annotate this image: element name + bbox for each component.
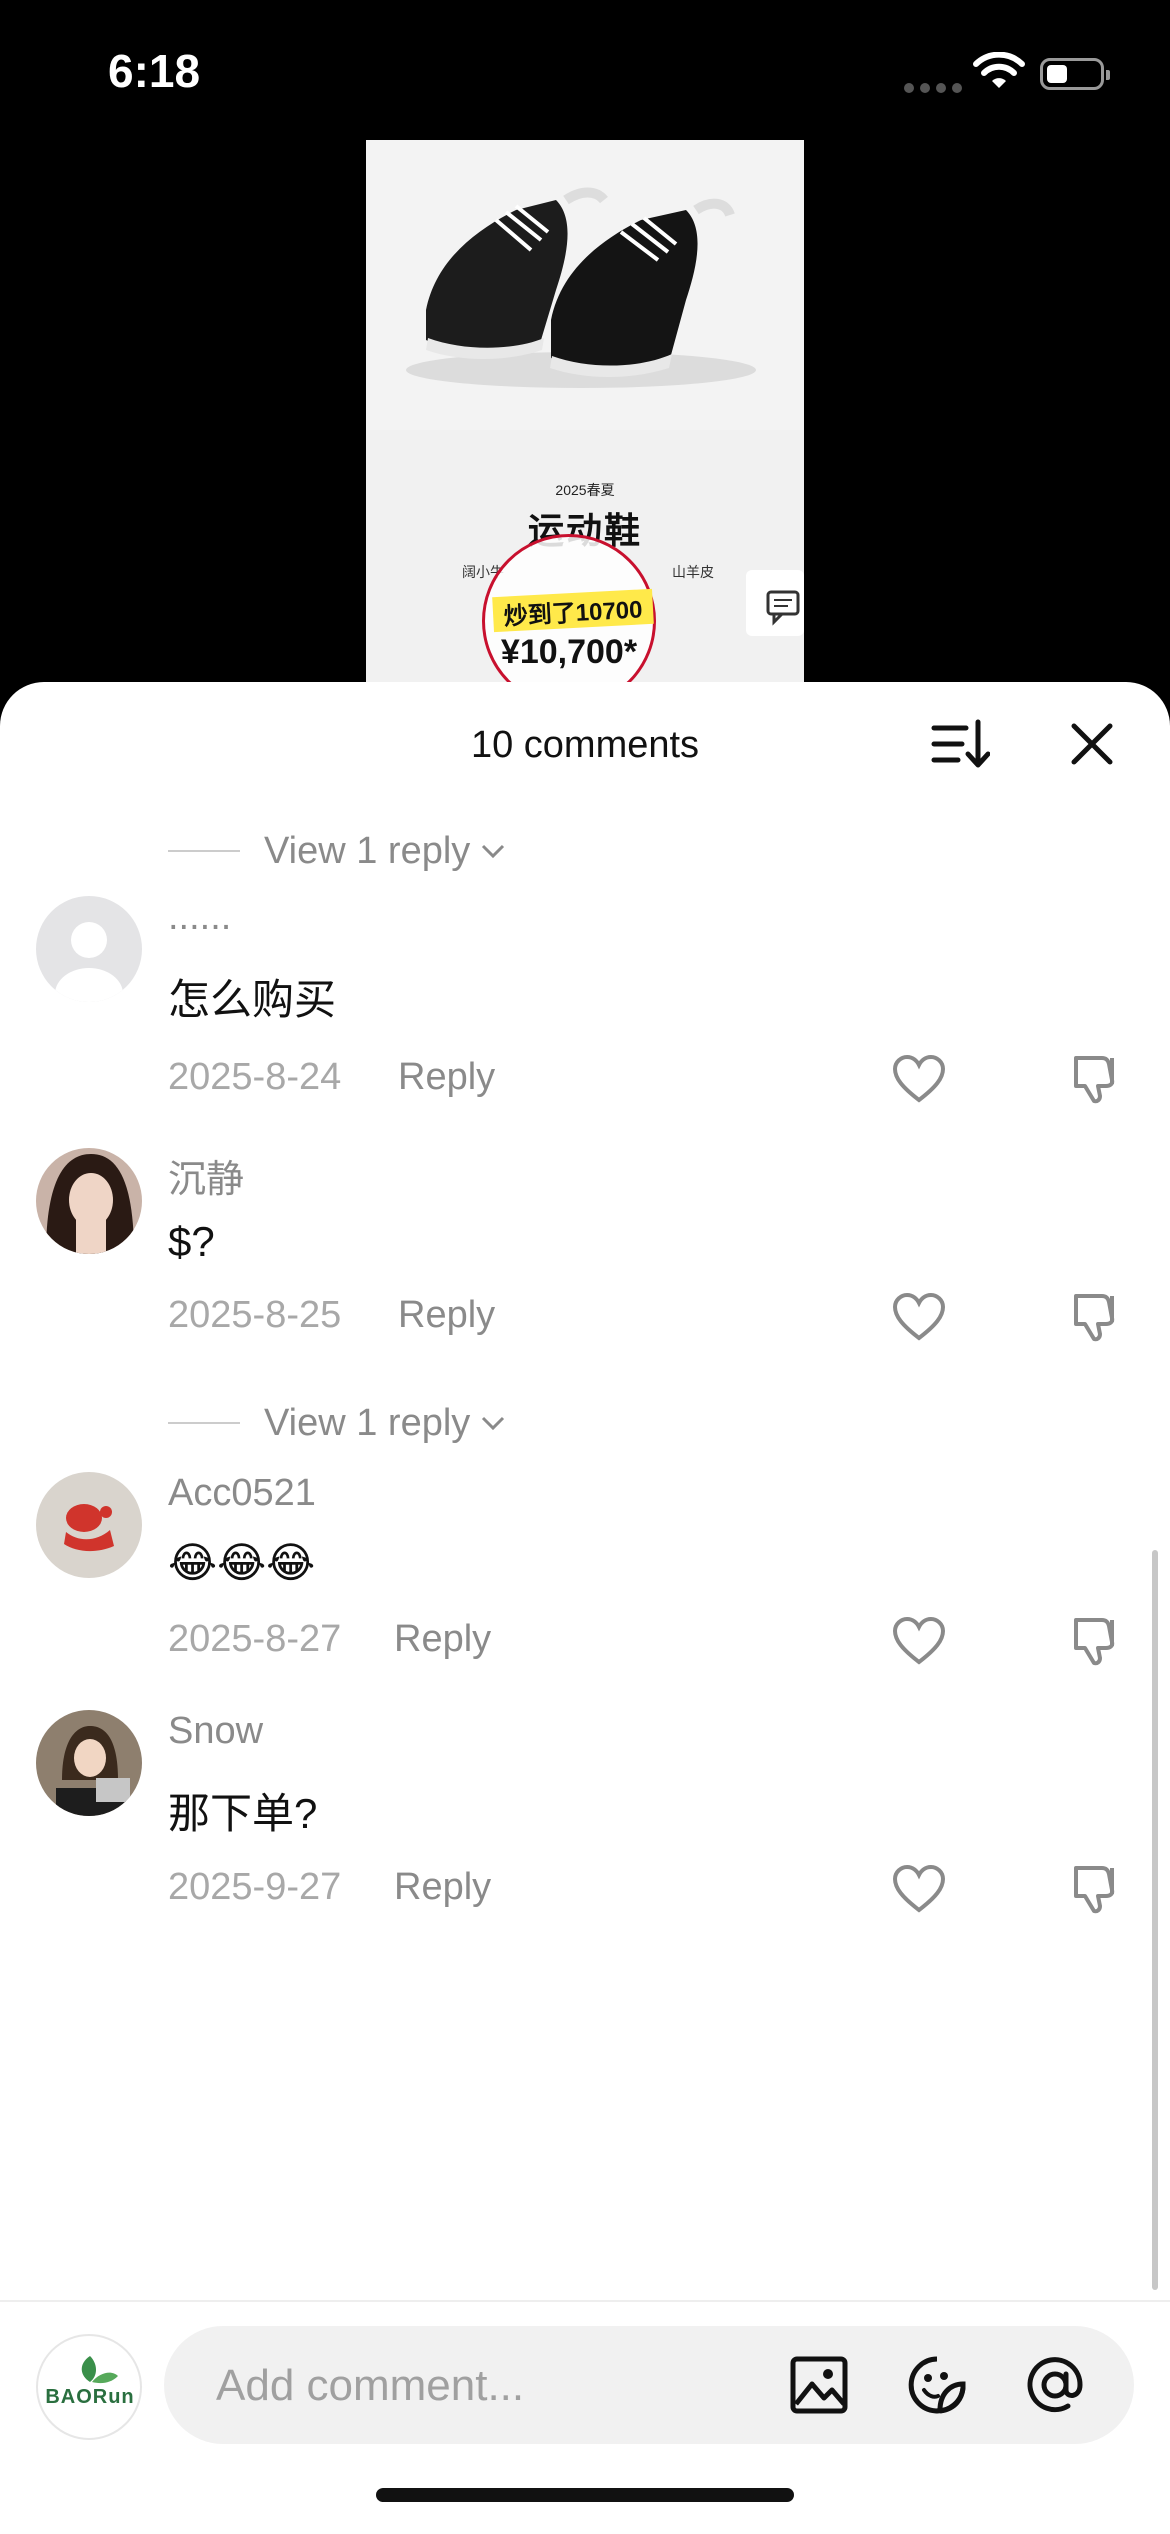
view-replies-label: View 1 reply [264, 829, 471, 872]
heart-icon[interactable] [892, 1292, 946, 1342]
avatar[interactable] [36, 1710, 142, 1816]
heart-icon[interactable] [892, 1054, 946, 1104]
comment-input[interactable] [214, 2346, 778, 2426]
comment-text: 😂😂😂 [168, 1539, 316, 1586]
video-subtitle-right: 山羊皮 [672, 564, 714, 580]
image-icon[interactable] [788, 2354, 850, 2416]
reply-button[interactable]: Reply [398, 1056, 495, 1099]
comment-text: $? [168, 1218, 215, 1265]
comment-username[interactable]: 沉静 [168, 1148, 244, 1203]
wifi-icon [973, 52, 1025, 88]
dislike-icon[interactable] [1070, 1614, 1124, 1666]
battery-icon [1040, 58, 1110, 90]
comment-username[interactable]: ...... [168, 896, 231, 939]
close-icon[interactable] [1066, 718, 1118, 770]
status-time: 6:18 [108, 45, 201, 97]
comment-username[interactable]: Acc0521 [168, 1472, 316, 1515]
comment-date: 2025-8-25 [168, 1294, 342, 1336]
view-replies-button[interactable]: View 1 reply [168, 826, 506, 876]
price-badge: 炒到了10700 ¥10,700* [482, 534, 656, 700]
comment-date: 2025-8-24 [168, 1056, 342, 1098]
emoji-sticker-icon[interactable] [906, 2354, 968, 2416]
sheet-header: 10 comments [0, 682, 1170, 806]
avatar[interactable] [36, 896, 142, 1002]
comments-sheet: 10 comments View 1 reply ...... 怎么购买 202… [0, 682, 1170, 2532]
scrollbar[interactable] [1152, 1550, 1158, 2290]
dislike-icon[interactable] [1070, 1290, 1124, 1342]
heart-icon[interactable] [892, 1616, 946, 1666]
price-hot-label: 炒到了10700 [492, 588, 654, 633]
shoe-image [366, 140, 804, 430]
dislike-icon[interactable] [1070, 1862, 1124, 1914]
view-replies-button[interactable]: View 1 reply [168, 1398, 506, 1448]
comment-username[interactable]: Snow [168, 1710, 263, 1753]
video-preview[interactable]: 2025春夏 运动鞋 阔小牛 山羊皮 炒到了10700 ¥10,700* [366, 140, 804, 700]
mention-icon[interactable] [1024, 2354, 1086, 2416]
comment-date: 2025-8-27 [168, 1618, 342, 1660]
reply-button[interactable]: Reply [394, 1866, 491, 1909]
video-season-label: 2025春夏 [555, 482, 615, 498]
logo-text: BAORun [45, 2386, 135, 2408]
reply-button[interactable]: Reply [394, 1618, 491, 1661]
comment-count: 10 comments [470, 724, 700, 766]
avatar[interactable] [36, 1472, 142, 1578]
reply-button[interactable]: Reply [398, 1294, 495, 1337]
my-avatar[interactable]: BAORun [36, 2334, 142, 2440]
status-bar: 6:18 [0, 0, 1170, 140]
divider-line [168, 1422, 240, 1424]
comment-text: 那下单? [168, 1790, 318, 1837]
comment-text: 怎么购买 [168, 976, 337, 1023]
signal-icon [904, 80, 968, 98]
chevron-down-icon [482, 844, 505, 859]
chat-bubble-icon[interactable] [746, 570, 804, 636]
avatar[interactable] [36, 1148, 142, 1254]
chevron-down-icon [482, 1416, 505, 1431]
home-indicator[interactable] [376, 2488, 794, 2502]
comment-date: 2025-9-27 [168, 1866, 342, 1908]
dislike-icon[interactable] [1070, 1052, 1124, 1104]
heart-icon[interactable] [892, 1864, 946, 1914]
comment-input-wrapper [164, 2326, 1134, 2444]
sort-icon[interactable] [930, 714, 990, 774]
view-replies-label: View 1 reply [264, 1401, 471, 1444]
price-value: ¥10,700* [500, 633, 638, 671]
divider-line [168, 850, 240, 852]
leaf-logo-icon [81, 2356, 118, 2384]
